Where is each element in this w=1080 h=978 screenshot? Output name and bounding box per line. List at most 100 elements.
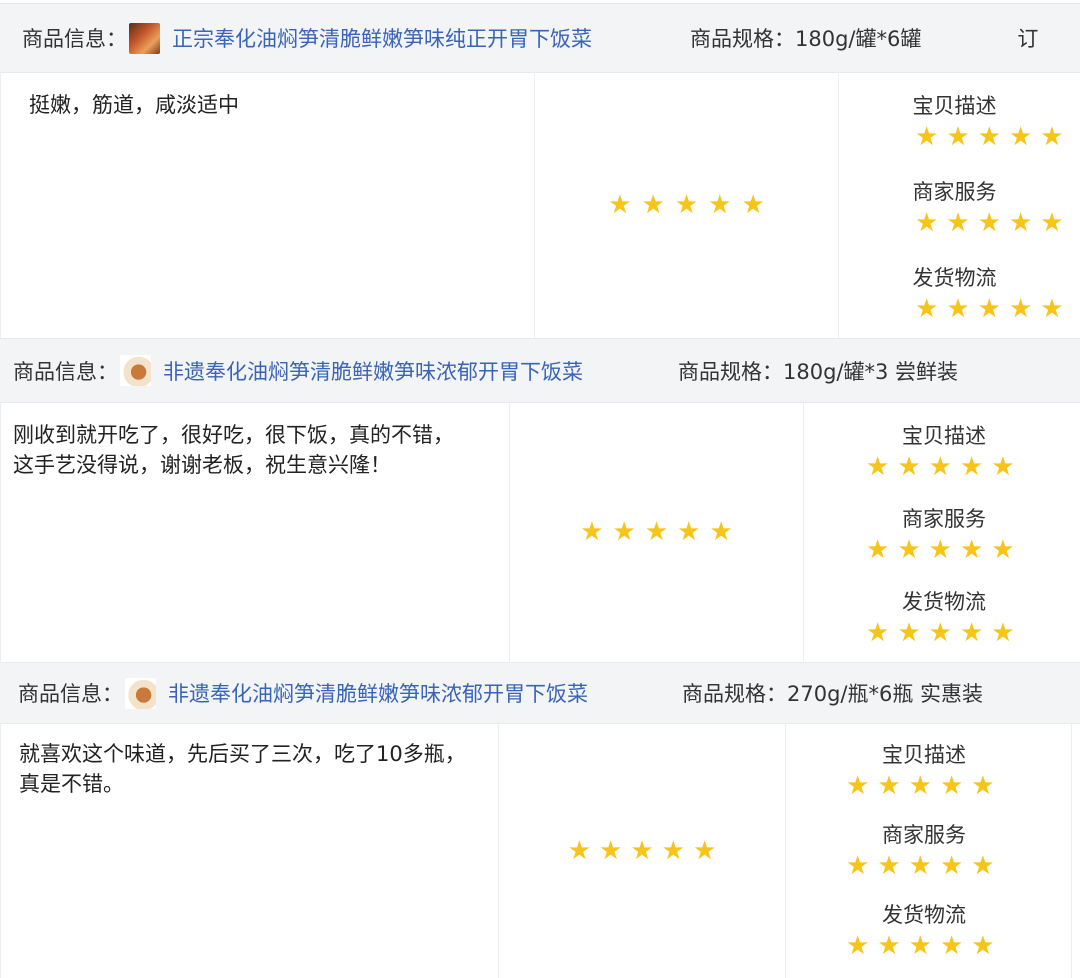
star-icon: ★ bbox=[915, 208, 939, 238]
star-icon: ★ bbox=[866, 535, 890, 565]
star-icon: ★ bbox=[866, 452, 890, 482]
spec-label: 商品规格： bbox=[682, 682, 787, 706]
dimension-stars: ★ ★ ★ ★ ★ bbox=[846, 773, 1072, 799]
star-icon: ★ bbox=[877, 851, 901, 881]
review-3-body: 就喜欢这个味道，先后买了三次，吃了10多瓶， 真是不错。 ★ ★ ★ ★ ★ 宝贝描述 … bbox=[0, 723, 1080, 978]
star-icon: ★ bbox=[846, 771, 870, 801]
product-title-link[interactable]: 非遗奉化油焖笋清脆鲜嫩笋味浓郁开胃下饭菜 bbox=[168, 678, 588, 708]
overall-rating-stars: ★ ★ ★ ★ ★ bbox=[568, 838, 717, 864]
star-icon: ★ bbox=[644, 517, 669, 547]
product-info-label: 商品信息： bbox=[13, 359, 118, 384]
dimension-description: 宝贝描述 ★ ★ ★ ★ ★ bbox=[782, 741, 1072, 799]
dimension-service: 商家服务 ★ ★ ★ ★ ★ bbox=[800, 505, 1080, 563]
overall-rating-cell: ★ ★ ★ ★ ★ bbox=[535, 72, 839, 338]
review-2-body: 刚收到就开吃了，很好吃，很下饭，真的不错， 这手艺没得说，谢谢老板，祝生意兴隆！… bbox=[0, 402, 1080, 662]
dimension-service: 商家服务 ★ ★ ★ ★ ★ bbox=[829, 178, 1080, 236]
dimension-label: 宝贝描述 bbox=[912, 94, 997, 118]
spec-label: 商品规格： bbox=[690, 27, 795, 51]
star-icon: ★ bbox=[674, 190, 699, 220]
dimension-logistics: 发货物流 ★ ★ ★ ★ ★ bbox=[782, 901, 1072, 959]
star-icon: ★ bbox=[1040, 208, 1064, 238]
review-comment-text: 就喜欢这个味道，先后买了三次，吃了10多瓶， 真是不错。 bbox=[19, 742, 466, 796]
review-1-header: 商品信息： 正宗奉化油焖笋清脆鲜嫩笋味纯正开胃下饭菜 商品规格： 180g/罐*… bbox=[0, 3, 1080, 73]
star-icon: ★ bbox=[977, 208, 1001, 238]
star-icon: ★ bbox=[877, 771, 901, 801]
star-icon: ★ bbox=[946, 294, 970, 324]
review-comment-text: 挺嫩，筋道，咸淡适中 bbox=[29, 93, 239, 117]
star-icon: ★ bbox=[971, 851, 995, 881]
star-icon: ★ bbox=[977, 122, 1001, 152]
dimension-stars: ★ ★ ★ ★ ★ bbox=[915, 296, 1080, 322]
star-icon: ★ bbox=[580, 517, 604, 547]
product-info-label: 商品信息： bbox=[22, 27, 127, 51]
spec-value: 180g/罐*3 尝鲜装 bbox=[783, 359, 959, 384]
star-icon: ★ bbox=[612, 517, 636, 547]
star-icon: ★ bbox=[928, 452, 952, 482]
star-icon: ★ bbox=[1008, 208, 1033, 238]
review-2-header: 商品信息： 非遗奉化油焖笋清脆鲜嫩笋味浓郁开胃下饭菜 商品规格： 180g/罐*… bbox=[0, 338, 1080, 403]
product-thumbnail-icon[interactable] bbox=[120, 355, 151, 386]
dimension-ratings-cell: 宝贝描述 ★ ★ ★ ★ ★ 商家服务 ★ ★ ★ ★ ★ 发货物流 ★ ★ ★ ★ ★ bbox=[786, 723, 1072, 978]
overall-rating-cell: ★ ★ ★ ★ ★ bbox=[510, 402, 804, 662]
star-icon: ★ bbox=[741, 190, 765, 220]
star-icon: ★ bbox=[946, 122, 970, 152]
dimension-label: 商家服务 bbox=[882, 823, 966, 847]
dimension-label: 发货物流 bbox=[902, 590, 986, 614]
dimension-logistics: 发货物流 ★ ★ ★ ★ ★ bbox=[829, 264, 1080, 322]
dimension-label: 宝贝描述 bbox=[902, 424, 986, 448]
star-icon: ★ bbox=[897, 535, 921, 565]
star-icon: ★ bbox=[866, 618, 890, 648]
overall-rating-stars: ★ ★ ★ ★ ★ bbox=[608, 192, 765, 218]
dimension-service: 商家服务 ★ ★ ★ ★ ★ bbox=[782, 821, 1072, 879]
overall-rating-stars: ★ ★ ★ ★ ★ bbox=[580, 519, 733, 545]
dimension-label: 商家服务 bbox=[902, 507, 986, 531]
star-icon: ★ bbox=[846, 931, 870, 961]
star-icon: ★ bbox=[1040, 122, 1064, 152]
product-thumbnail-icon[interactable] bbox=[125, 677, 156, 709]
dimension-stars: ★ ★ ★ ★ ★ bbox=[915, 124, 1080, 150]
dimension-ratings-cell: 宝贝描述 ★ ★ ★ ★ ★ 商家服务 ★ ★ ★ ★ ★ 发货物流 ★ ★ ★ ★ ★ bbox=[804, 402, 1080, 662]
star-icon: ★ bbox=[939, 771, 964, 801]
dimension-stars: ★ ★ ★ ★ ★ bbox=[915, 210, 1080, 236]
product-title-link[interactable]: 非遗奉化油焖笋清脆鲜嫩笋味浓郁开胃下饭菜 bbox=[163, 356, 583, 386]
spec-value: 270g/瓶*6瓶 实惠装 bbox=[787, 682, 984, 706]
product-info-label: 商品信息： bbox=[18, 682, 123, 706]
star-icon: ★ bbox=[908, 931, 932, 961]
star-icon: ★ bbox=[677, 517, 701, 547]
star-icon: ★ bbox=[915, 294, 939, 324]
star-icon: ★ bbox=[846, 851, 870, 881]
star-icon: ★ bbox=[1008, 294, 1033, 324]
review-comment-cell: 就喜欢这个味道，先后买了三次，吃了10多瓶， 真是不错。 bbox=[0, 723, 499, 978]
product-thumbnail-icon[interactable] bbox=[129, 22, 160, 54]
header-trailing-text: 订 bbox=[1017, 27, 1039, 51]
star-icon: ★ bbox=[959, 535, 984, 565]
star-icon: ★ bbox=[908, 771, 932, 801]
dimension-stars: ★ ★ ★ ★ ★ bbox=[846, 933, 1072, 959]
star-icon: ★ bbox=[877, 931, 901, 961]
dimension-label: 发货物流 bbox=[912, 266, 997, 290]
star-icon: ★ bbox=[641, 190, 665, 220]
product-title-link[interactable]: 正宗奉化油焖笋清脆鲜嫩笋味纯正开胃下饭菜 bbox=[172, 23, 592, 53]
star-icon: ★ bbox=[991, 535, 1015, 565]
star-icon: ★ bbox=[1008, 122, 1033, 152]
star-icon: ★ bbox=[915, 122, 939, 152]
star-icon: ★ bbox=[661, 835, 685, 866]
star-icon: ★ bbox=[939, 851, 964, 881]
star-icon: ★ bbox=[709, 517, 733, 547]
star-icon: ★ bbox=[897, 452, 921, 482]
star-icon: ★ bbox=[692, 835, 717, 866]
star-icon: ★ bbox=[971, 931, 995, 961]
star-icon: ★ bbox=[599, 835, 623, 866]
star-icon: ★ bbox=[939, 931, 964, 961]
review-comment-cell: 刚收到就开吃了，很好吃，很下饭，真的不错， 这手艺没得说，谢谢老板，祝生意兴隆！ bbox=[0, 402, 510, 662]
review-comment-text: 刚收到就开吃了，很好吃，很下饭，真的不错， 这手艺没得说，谢谢老板，祝生意兴隆！ bbox=[13, 423, 454, 477]
dimension-logistics: 发货物流 ★ ★ ★ ★ ★ bbox=[800, 588, 1080, 646]
star-icon: ★ bbox=[708, 190, 732, 220]
dimension-label: 商家服务 bbox=[912, 180, 997, 204]
star-icon: ★ bbox=[897, 618, 921, 648]
overall-rating-cell: ★ ★ ★ ★ ★ bbox=[499, 723, 786, 978]
star-icon: ★ bbox=[991, 452, 1015, 482]
dimension-label: 发货物流 bbox=[882, 903, 966, 927]
star-icon: ★ bbox=[946, 208, 970, 238]
star-icon: ★ bbox=[991, 618, 1015, 648]
